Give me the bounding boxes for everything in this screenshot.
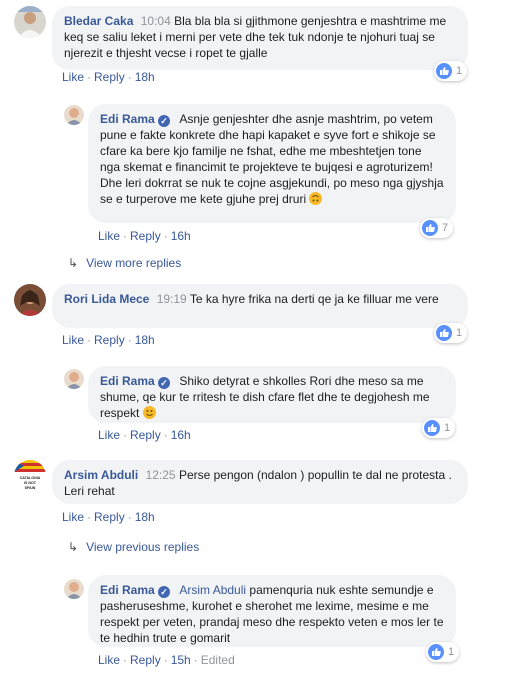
- comment-actions: Like · Reply · 16h: [98, 229, 191, 243]
- verified-badge-icon: ✓: [158, 377, 171, 389]
- verified-badge-icon: ✓: [158, 586, 171, 598]
- reaction-number: 1: [444, 422, 451, 434]
- comment-time: 12:25: [145, 468, 176, 482]
- like-link[interactable]: Like: [98, 229, 120, 243]
- reaction-count[interactable]: 1: [422, 418, 456, 438]
- edited-label: Edited: [200, 653, 235, 667]
- reply-bubble: Edi Rama ✓ Asnje genjeshter dhe asnje ma…: [88, 104, 456, 223]
- avatar[interactable]: [64, 579, 84, 599]
- comment-age[interactable]: 18h: [135, 510, 155, 524]
- author-name[interactable]: Edi Rama: [100, 583, 155, 597]
- reaction-number: 1: [448, 646, 455, 658]
- comment-time: 19:19: [156, 292, 187, 306]
- reply-arrow-icon: ↳: [68, 256, 79, 270]
- view-previous-replies-link[interactable]: ↳ View previous replies: [68, 540, 199, 554]
- comment-age[interactable]: 16h: [171, 229, 191, 243]
- like-icon: [436, 63, 452, 79]
- author-name[interactable]: Arsim Abduli: [64, 468, 138, 482]
- smiling-face-emoji-icon: [142, 406, 156, 419]
- reply-link[interactable]: Reply: [130, 653, 161, 667]
- avatar[interactable]: [14, 6, 46, 38]
- reaction-number: 1: [456, 65, 463, 77]
- avatar[interactable]: [64, 369, 84, 389]
- upside-down-face-emoji-icon: [309, 192, 323, 205]
- like-link[interactable]: Like: [62, 70, 84, 84]
- like-link[interactable]: Like: [98, 653, 120, 667]
- reply-link[interactable]: Reply: [94, 70, 125, 84]
- reply-bubble: Edi Rama ✓ Shiko detyrat e shkolles Rori…: [88, 366, 456, 423]
- like-icon: [422, 220, 438, 236]
- comment-actions: Like · Reply · 18h: [62, 70, 155, 84]
- avatar[interactable]: [64, 105, 84, 125]
- like-icon: [424, 420, 440, 436]
- comment-actions: Like · Reply · 16h: [98, 428, 191, 442]
- view-more-replies-link[interactable]: ↳ View more replies: [68, 256, 181, 270]
- reaction-number: 7: [442, 222, 449, 234]
- reply-bubble: Edi Rama ✓ Arsim Abduli pamenquria nuk e…: [88, 575, 456, 647]
- like-link[interactable]: Like: [62, 510, 84, 524]
- comment-bubble: Rori Lida Mece 19:19 Te ka hyre frika na…: [52, 284, 468, 328]
- comment-actions: Like · Reply · 18h: [62, 333, 155, 347]
- reaction-count[interactable]: 7: [420, 218, 454, 238]
- author-name[interactable]: Bledar Caka: [64, 14, 133, 28]
- comment-bubble: Bledar Caka 10:04 Bla bla bla si gjithmo…: [52, 6, 468, 70]
- reply-link[interactable]: Reply: [130, 428, 161, 442]
- reply-link[interactable]: Reply: [94, 333, 125, 347]
- comment-age[interactable]: 18h: [135, 333, 155, 347]
- like-icon: [428, 644, 444, 660]
- reaction-count[interactable]: 1: [434, 61, 468, 81]
- reply-link[interactable]: Reply: [94, 510, 125, 524]
- svg-text:IS NOT: IS NOT: [24, 481, 37, 485]
- comment-text: Asnje genjeshter dhe asnje mashtrim, po …: [100, 112, 444, 206]
- tagged-user-link[interactable]: Arsim Abduli: [179, 583, 246, 597]
- verified-badge-icon: ✓: [158, 115, 171, 127]
- comment-text: Te ka hyre frika na derti qe ja ke fillu…: [189, 292, 439, 306]
- avatar[interactable]: [14, 284, 46, 316]
- reply-arrow-icon: ↳: [68, 540, 79, 554]
- reply-link[interactable]: Reply: [130, 229, 161, 243]
- comment-time: 10:04: [140, 14, 171, 28]
- svg-text:CATALONIA: CATALONIA: [20, 476, 41, 480]
- reaction-number: 1: [456, 327, 463, 339]
- like-link[interactable]: Like: [62, 333, 84, 347]
- like-link[interactable]: Like: [98, 428, 120, 442]
- comment-actions: Like · Reply · 18h: [62, 510, 155, 524]
- comment-age[interactable]: 18h: [135, 70, 155, 84]
- author-name[interactable]: Edi Rama: [100, 112, 155, 126]
- reaction-count[interactable]: 1: [426, 642, 460, 662]
- comment-bubble: Arsim Abduli 12:25 Perse pengon (ndalon …: [52, 460, 468, 504]
- comment-age[interactable]: 15h: [171, 653, 191, 667]
- reaction-count[interactable]: 1: [434, 323, 468, 343]
- author-name[interactable]: Rori Lida Mece: [64, 292, 149, 306]
- comment-actions: Like · Reply · 15h · Edited: [98, 653, 235, 667]
- like-icon: [436, 325, 452, 341]
- author-name[interactable]: Edi Rama: [100, 374, 155, 388]
- svg-text:SPAIN: SPAIN: [25, 486, 36, 490]
- avatar[interactable]: CATALONIA IS NOT SPAIN: [14, 460, 46, 492]
- comment-age[interactable]: 16h: [171, 428, 191, 442]
